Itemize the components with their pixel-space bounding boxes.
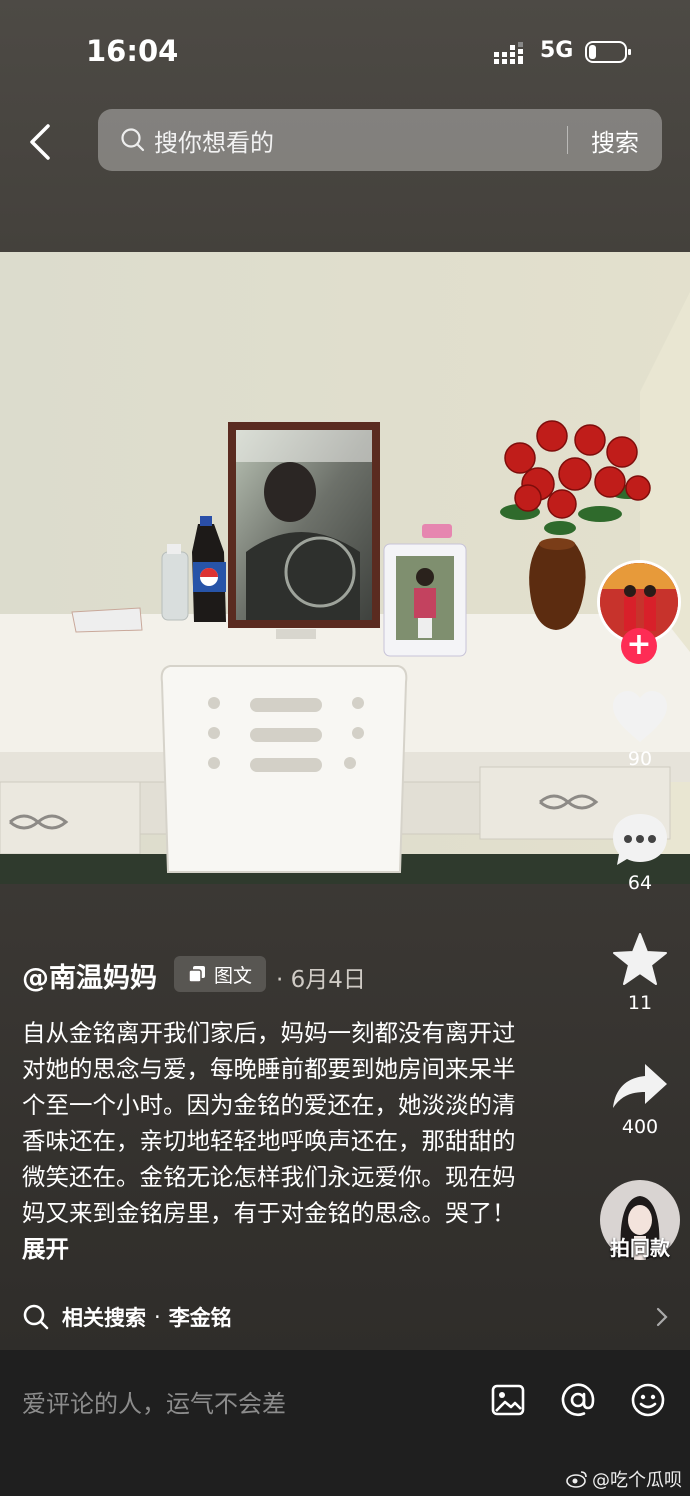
remix-label: 拍同款	[610, 1236, 670, 1260]
author-avatar-group[interactable]: +	[597, 560, 681, 664]
post-caption: 自从金铭离开我们家后，妈妈一刻都没有离开过对她的思念与爱，每晚睡前都要到她房间来…	[22, 1015, 532, 1267]
at-icon[interactable]	[560, 1382, 596, 1418]
share-icon[interactable]	[611, 1062, 669, 1112]
caption-text: 自从金铭离开我们家后，妈妈一刻都没有离开过对她的思念与爱，每晚睡前都要到她房间来…	[22, 1019, 516, 1227]
watermark-text: @吃个瓜呗	[592, 1470, 682, 1491]
post-photo[interactable]	[0, 252, 690, 884]
favorite-count: 11	[627, 992, 653, 1014]
related-search-term[interactable]: 李金铭	[169, 1302, 654, 1332]
weibo-icon	[566, 1471, 587, 1488]
search-icon	[121, 128, 145, 152]
favorite-action[interactable]: 11	[598, 932, 682, 1014]
comment-count: 64	[627, 872, 653, 894]
comment-input[interactable]: 爱评论的人，运气不会差	[22, 1384, 286, 1419]
watermark: @吃个瓜呗	[566, 1466, 682, 1492]
post-type-badge: 图文	[174, 956, 266, 992]
image-icon[interactable]	[490, 1382, 526, 1418]
battery-icon	[585, 41, 631, 63]
search-icon	[23, 1304, 49, 1330]
comment-icon[interactable]	[611, 812, 669, 868]
status-time: 16:04	[86, 34, 179, 68]
search-input[interactable]: 搜你想看的	[154, 123, 567, 158]
post-date: · 6月4日	[276, 967, 366, 993]
emoji-icon[interactable]	[630, 1382, 666, 1418]
chevron-right-icon	[656, 1307, 668, 1327]
star-icon[interactable]	[611, 932, 669, 988]
share-action[interactable]: 400	[598, 1062, 682, 1138]
remix-button[interactable]: 拍同款	[598, 1180, 682, 1264]
search-button[interactable]: 搜索	[568, 123, 662, 158]
heart-icon[interactable]	[611, 690, 669, 744]
back-icon[interactable]	[22, 118, 62, 166]
related-search-separator: ·	[154, 1305, 161, 1329]
related-search[interactable]: 相关搜索 · 李金铭	[22, 1300, 670, 1334]
network-label: 5G	[540, 38, 574, 63]
author-name[interactable]: @南温妈妈	[22, 956, 157, 995]
like-count: 90	[627, 748, 653, 770]
share-count: 400	[621, 1116, 659, 1138]
expand-button[interactable]: 展开	[22, 1235, 69, 1263]
follow-button[interactable]: +	[621, 628, 657, 664]
comment-action[interactable]: 64	[598, 812, 682, 894]
search-bar[interactable]: 搜你想看的 搜索	[98, 109, 662, 171]
like-action[interactable]: 90	[598, 690, 682, 770]
gallery-icon	[188, 966, 205, 983]
signal-icon	[494, 42, 523, 64]
post-type-label: 图文	[213, 964, 252, 987]
related-search-label: 相关搜索	[62, 1306, 146, 1330]
